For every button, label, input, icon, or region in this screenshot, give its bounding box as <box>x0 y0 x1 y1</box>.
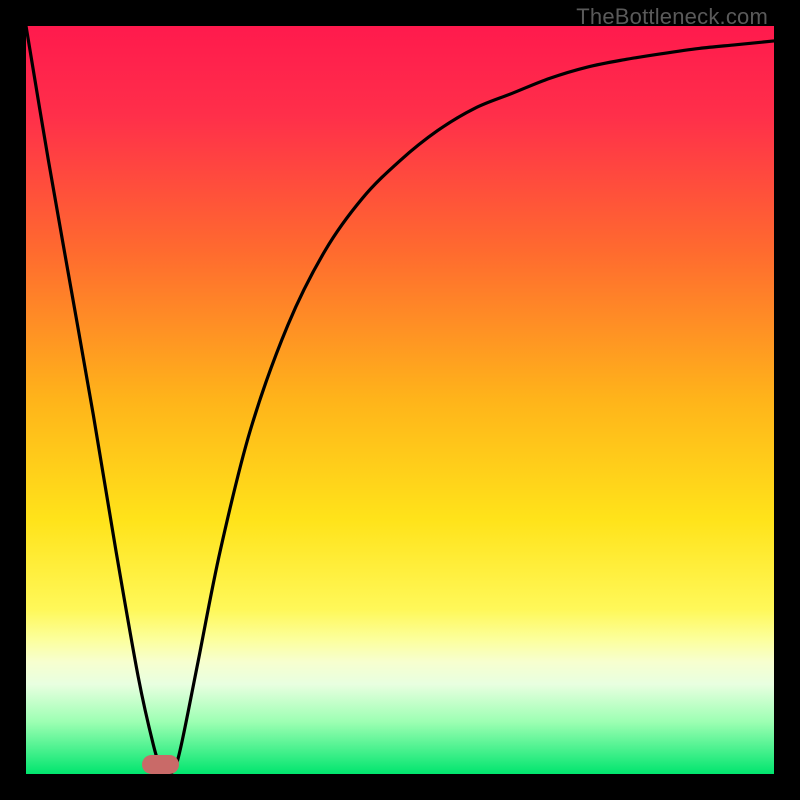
watermark-text: TheBottleneck.com <box>576 4 768 30</box>
bottleneck-curve <box>26 26 774 774</box>
plot-area <box>26 26 774 774</box>
optimal-region-marker <box>142 755 179 774</box>
curve-layer <box>26 26 774 774</box>
chart-frame: TheBottleneck.com <box>0 0 800 800</box>
